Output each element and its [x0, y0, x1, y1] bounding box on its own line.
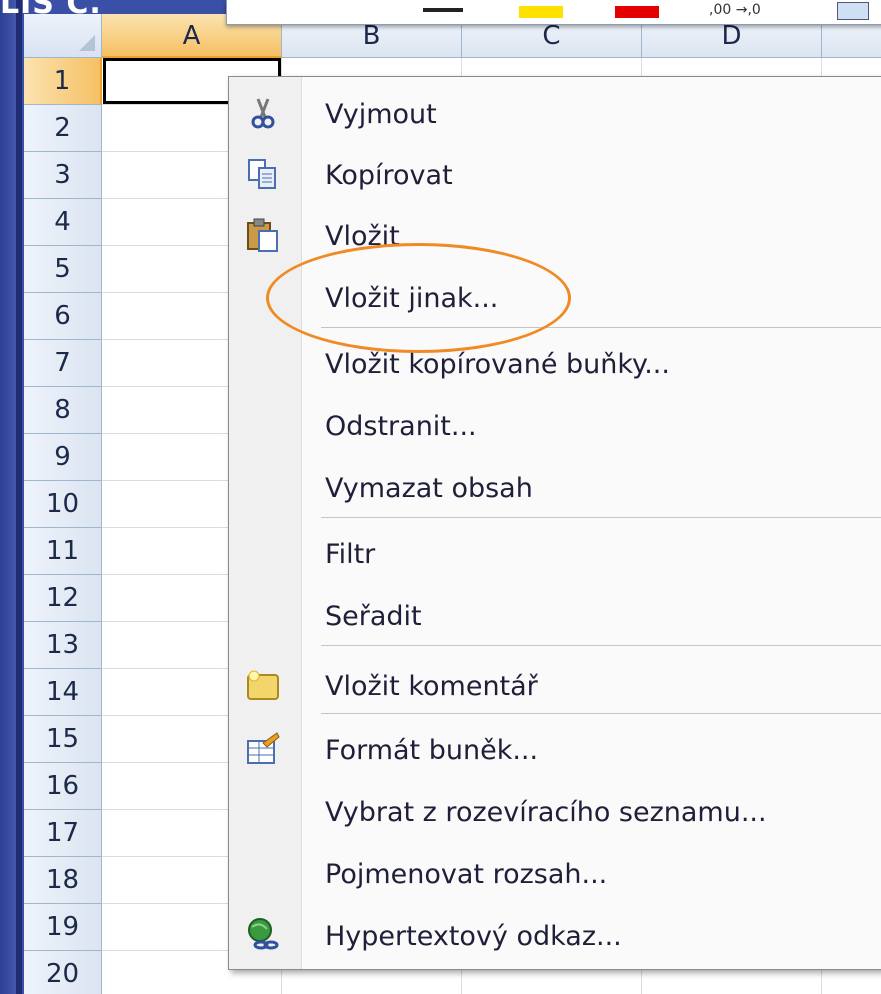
menu-item-hyperlink[interactable]: Hypertextový odkaz...: [229, 911, 881, 961]
scissors-icon: [245, 95, 281, 131]
menu-item-label: Odstranit...: [325, 411, 477, 442]
decimal-format-icon[interactable]: ,00 →,0: [709, 2, 799, 18]
menu-separator: [321, 517, 881, 518]
row-header-16[interactable]: 16: [24, 763, 102, 810]
row-header-9[interactable]: 9: [24, 434, 102, 481]
copy-icon: [245, 156, 281, 192]
select-all-corner[interactable]: [24, 14, 102, 58]
menu-item-copy[interactable]: Kopírovat: [229, 150, 881, 200]
row-header-8[interactable]: 8: [24, 387, 102, 434]
row-header-2[interactable]: 2: [24, 105, 102, 152]
menu-item-label: Kopírovat: [325, 160, 453, 191]
row-header-5[interactable]: 5: [24, 246, 102, 293]
menu-separator: [321, 645, 881, 646]
menu-item-format-cells[interactable]: Formát buněk...: [229, 725, 881, 775]
menu-item-label: Vybrat z rozevíracího seznamu...: [325, 797, 767, 828]
row-header-12[interactable]: 12: [24, 575, 102, 622]
menu-separator: [321, 713, 881, 714]
paste-icon: [245, 217, 281, 253]
menu-item-label: Seřadit: [325, 601, 422, 632]
mini-toolbar: ,00 →,0: [226, 0, 881, 25]
row-header-6[interactable]: 6: [24, 293, 102, 340]
hyperlink-icon: [245, 917, 281, 953]
row-header-13[interactable]: 13: [24, 622, 102, 669]
row-header-17[interactable]: 17: [24, 810, 102, 857]
row-header-18[interactable]: 18: [24, 857, 102, 904]
menu-item-filter[interactable]: Filtr: [229, 529, 881, 579]
format-cells-icon: [245, 731, 281, 767]
menu-item-delete[interactable]: Odstranit...: [229, 401, 881, 451]
menu-item-insert-copied-cells[interactable]: Vložit kopírované buňky...: [229, 339, 881, 389]
underline-format-icon[interactable]: [423, 8, 463, 12]
menu-item-insert-comment[interactable]: Vložit komentář: [229, 661, 881, 711]
row-header-11[interactable]: 11: [24, 528, 102, 575]
menu-item-pick-from-list[interactable]: Vybrat z rozevíracího seznamu...: [229, 787, 881, 837]
row-header-20[interactable]: 20: [24, 951, 102, 994]
menu-item-name-range[interactable]: Pojmenovat rozsah...: [229, 849, 881, 899]
row-header-19[interactable]: 19: [24, 904, 102, 951]
row-header-4[interactable]: 4: [24, 199, 102, 246]
menu-item-label: Pojmenovat rozsah...: [325, 859, 608, 890]
menu-item-label: Hypertextový odkaz...: [325, 921, 622, 952]
menu-item-label: Vložit kopírované buňky...: [325, 349, 670, 380]
menu-item-label: Formát buněk...: [325, 735, 539, 766]
highlight-ellipse: [266, 243, 571, 353]
comment-icon: [245, 667, 281, 703]
row-header-1[interactable]: 1: [24, 58, 102, 105]
menu-item-label: Vložit komentář: [325, 671, 538, 702]
slide-left-edge: [0, 0, 22, 994]
svg-text:,00 →,0: ,00 →,0: [709, 2, 761, 18]
menu-item-label: Vyjmout: [325, 99, 437, 130]
menu-item-sort[interactable]: Seřadit: [229, 591, 881, 641]
menu-item-label: Vymazat obsah: [325, 473, 533, 504]
row-header-7[interactable]: 7: [24, 340, 102, 387]
font-color-icon[interactable]: [615, 6, 659, 18]
row-header-10[interactable]: 10: [24, 481, 102, 528]
menu-item-clear-contents[interactable]: Vymazat obsah: [229, 463, 881, 513]
format-painter-icon[interactable]: [837, 2, 869, 20]
highlight-color-icon[interactable]: [519, 6, 563, 18]
context-menu: Vyjmout Kopírovat Vložit Vložit jinak...…: [228, 76, 881, 970]
menu-item-label: Filtr: [325, 539, 376, 570]
row-header-3[interactable]: 3: [24, 152, 102, 199]
row-header-15[interactable]: 15: [24, 716, 102, 763]
menu-item-cut[interactable]: Vyjmout: [229, 89, 881, 139]
row-header-14[interactable]: 14: [24, 669, 102, 716]
